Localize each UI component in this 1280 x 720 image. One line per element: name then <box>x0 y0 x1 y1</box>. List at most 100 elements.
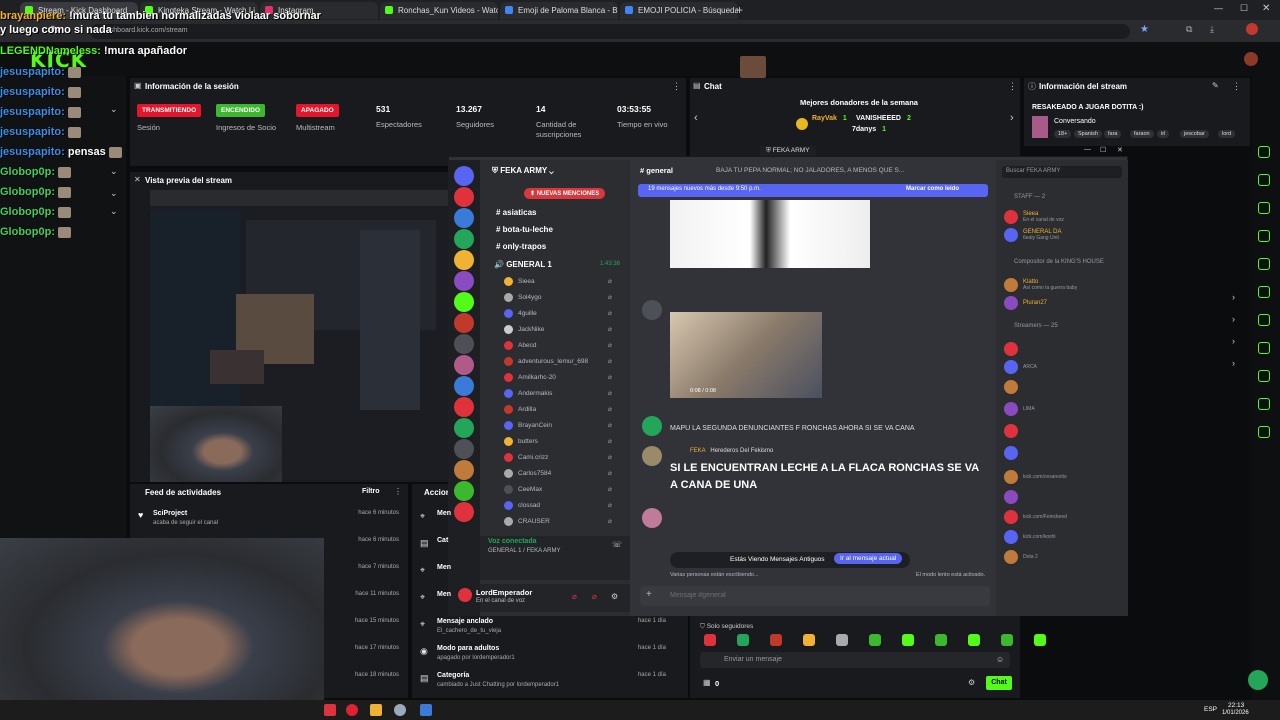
rail-icon[interactable] <box>1258 314 1270 326</box>
member-item[interactable]: kick.com/cesarezito <box>1004 470 1067 484</box>
voice-channel[interactable]: 🔊 GENERAL 1 <box>494 260 552 269</box>
emote-icon[interactable] <box>935 634 947 646</box>
edit-icon[interactable]: ✎ <box>1212 81 1219 90</box>
voice-user[interactable]: Sieea ⌀ <box>504 277 612 286</box>
voice-user[interactable]: adventurous_lemur_698 ⌀ <box>504 357 612 366</box>
chevron-right-icon[interactable]: › <box>1232 358 1235 368</box>
emote-icon[interactable] <box>1034 634 1046 646</box>
taskbar-app-icon[interactable] <box>394 704 406 716</box>
rail-icon[interactable] <box>1258 286 1270 298</box>
member-item[interactable]: Dota 2 <box>1004 550 1038 564</box>
sidebar-chevron-icon[interactable]: ⌄ <box>110 104 118 115</box>
voice-user[interactable]: Sol4ygo ⌀ <box>504 293 612 302</box>
browser-tab[interactable]: Emoji de Paloma Blanca - Búsqu <box>500 2 618 19</box>
taskbar-app-icon[interactable] <box>324 704 336 716</box>
emote-icon[interactable] <box>1001 634 1013 646</box>
member-item[interactable]: GENERAL DA 6ealy Gang Unit <box>1004 228 1061 242</box>
server-icon[interactable] <box>454 355 474 375</box>
rail-icon[interactable] <box>1258 370 1270 382</box>
points-icon[interactable]: ▦ <box>703 678 711 687</box>
member-item[interactable] <box>1004 380 1023 394</box>
taskbar-app-icon[interactable] <box>346 704 358 716</box>
voice-user[interactable]: 4guille ⌀ <box>504 309 612 318</box>
server-icon[interactable] <box>454 166 474 186</box>
browser-tab[interactable]: Ronchas_Kun Videos - Watch C <box>380 2 498 19</box>
mark-read-link[interactable]: Marcar como leído <box>906 186 959 192</box>
member-item[interactable]: Sieea En el canal de voz <box>1004 210 1064 224</box>
voice-user[interactable]: clossad ⌀ <box>504 501 612 510</box>
discord-maximize-button[interactable]: ☐ <box>1100 146 1106 154</box>
voice-user[interactable]: CeeMax ⌀ <box>504 485 612 494</box>
taskbar-app-icon[interactable] <box>420 704 432 716</box>
chat-send-button[interactable]: Chat <box>986 676 1012 690</box>
minimize-button[interactable]: — <box>1214 3 1223 13</box>
member-item[interactable]: LIMA <box>1004 402 1035 416</box>
maximize-button[interactable]: ☐ <box>1240 3 1248 14</box>
emote-icon[interactable] <box>836 634 848 646</box>
emote-icon[interactable] <box>704 634 716 646</box>
voice-user[interactable]: Carlos7584 ⌀ <box>504 469 612 478</box>
rail-icon[interactable] <box>1258 426 1270 438</box>
server-icon[interactable] <box>454 229 474 249</box>
feed-menu-icon[interactable]: ⋮ <box>394 487 402 496</box>
chat-menu-icon[interactable]: ⋮ <box>1008 81 1017 92</box>
voice-user[interactable]: Cami.crizz ⌀ <box>504 453 612 462</box>
channel-item[interactable]: # only-trapos <box>496 242 546 251</box>
voice-user[interactable]: butters ⌀ <box>504 437 612 446</box>
emote-icon[interactable] <box>902 634 914 646</box>
video-attachment[interactable] <box>670 312 822 398</box>
sidebar-chevron-icon[interactable]: ⌄ <box>110 166 118 177</box>
rail-icon[interactable] <box>1258 342 1270 354</box>
chat-settings-icon[interactable]: ⚙ <box>968 678 975 687</box>
support-bubble-icon[interactable] <box>1248 670 1268 690</box>
stream-tag[interactable]: faraon <box>1130 130 1154 138</box>
chevron-right-icon[interactable]: › <box>1232 292 1235 302</box>
stream-tag[interactable]: Spanish <box>1074 130 1102 138</box>
stream-tag[interactable]: irl <box>1157 130 1170 138</box>
server-icon[interactable] <box>454 271 474 291</box>
server-icon[interactable] <box>454 208 474 228</box>
taskbar-language[interactable]: ESP <box>1204 706 1217 713</box>
rail-icon[interactable] <box>1258 202 1270 214</box>
prev-donor-icon[interactable]: ‹ <box>694 112 698 124</box>
header-user-avatar[interactable] <box>1244 52 1258 66</box>
server-icon[interactable] <box>454 439 474 459</box>
discord-server-name[interactable]: ⛨ FEKA ARMY ⌄ <box>492 166 554 176</box>
mentions-pill[interactable]: ⬆ NUEVAS MENCIONES <box>524 188 606 199</box>
profile-avatar[interactable] <box>1246 23 1258 35</box>
emote-icon[interactable] <box>770 634 782 646</box>
server-icon[interactable] <box>454 376 474 396</box>
emote-icon[interactable] <box>737 634 749 646</box>
member-item[interactable] <box>1004 446 1023 460</box>
emote-icon[interactable] <box>869 634 881 646</box>
server-icon[interactable] <box>454 502 474 522</box>
member-item[interactable]: ARCA <box>1004 360 1037 374</box>
discord-close-button[interactable]: ✕ <box>1117 146 1123 154</box>
member-item[interactable] <box>1004 490 1023 504</box>
extensions-icon[interactable]: ⧉ <box>1186 24 1192 35</box>
member-item[interactable]: Klatto Así como la guerra baby <box>1004 278 1077 292</box>
voice-user[interactable]: CRAUSER ⌀ <box>504 517 612 526</box>
stream-tag[interactable]: lord <box>1218 130 1236 138</box>
rail-icon[interactable] <box>1258 398 1270 410</box>
chevron-right-icon[interactable]: › <box>1232 314 1235 324</box>
server-icon[interactable] <box>454 481 474 501</box>
rail-icon[interactable] <box>1258 174 1270 186</box>
download-icon[interactable]: ⤓ <box>1210 24 1214 35</box>
voice-user[interactable]: Abecd ⌀ <box>504 341 612 350</box>
server-icon[interactable] <box>454 334 474 354</box>
channel-item[interactable]: # bota-tu-leche <box>496 225 553 234</box>
close-icon[interactable]: ✕ <box>134 175 141 184</box>
feed-filter[interactable]: Filtro <box>362 488 380 495</box>
server-icon[interactable] <box>454 418 474 438</box>
member-item[interactable]: kick.com/koshi <box>1004 530 1056 544</box>
new-tab-button[interactable]: + <box>736 3 743 17</box>
server-icon[interactable] <box>454 187 474 207</box>
voice-user[interactable]: Andermakis ⌀ <box>504 389 612 398</box>
close-window-button[interactable]: ✕ <box>1262 3 1270 14</box>
stream-tag[interactable]: jescobar <box>1180 130 1209 138</box>
member-item[interactable] <box>1004 342 1023 356</box>
member-item[interactable] <box>1004 424 1023 438</box>
jump-to-present-button[interactable]: Ir al mensaje actual <box>834 553 903 564</box>
bookmark-star-icon[interactable]: ★ <box>1140 24 1149 35</box>
